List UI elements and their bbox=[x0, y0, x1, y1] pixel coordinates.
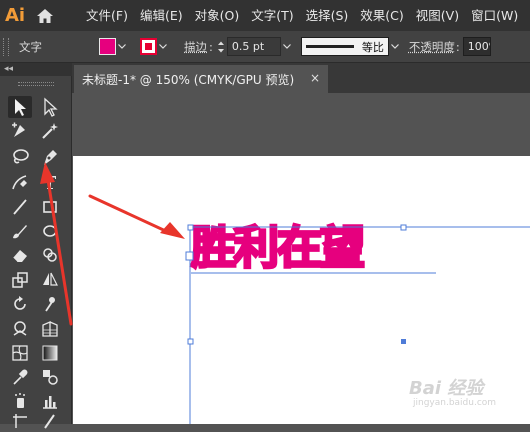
slice-tool-icon[interactable] bbox=[38, 410, 62, 432]
rotate-tool-icon[interactable] bbox=[8, 293, 32, 315]
mesh-tool-icon[interactable] bbox=[8, 342, 32, 364]
context-label: 文字 bbox=[19, 39, 42, 54]
fill-color-swatch[interactable] bbox=[99, 38, 116, 55]
main-menu: 文件(F) 编辑(E) 对象(O) 文字(T) 选择(S) 效果(C) 视图(V… bbox=[80, 0, 524, 31]
puppet-warp-tool-icon[interactable] bbox=[38, 293, 62, 315]
tools-panel bbox=[0, 76, 72, 429]
colon-separator: : bbox=[209, 39, 213, 54]
menu-view[interactable]: 视图(V) bbox=[410, 0, 465, 31]
column-graph-tool-icon[interactable] bbox=[38, 390, 62, 412]
profile-line-preview bbox=[305, 45, 354, 48]
line-segment-tool-icon[interactable] bbox=[8, 196, 32, 218]
menu-select[interactable]: 选择(S) bbox=[300, 0, 355, 31]
profile-chevron-icon[interactable] bbox=[389, 38, 401, 55]
shape-builder-tool-icon[interactable] bbox=[38, 244, 62, 266]
eyedropper-tool-icon[interactable] bbox=[8, 366, 32, 388]
document-tab-bar: 未标题-1* @ 150% (CMYK/GPU 预览) × bbox=[72, 63, 530, 93]
document-tab-title: 未标题-1* @ 150% (CMYK/GPU 预览) bbox=[82, 72, 295, 87]
app-logo: Ai bbox=[4, 5, 26, 26]
warp-tool-icon[interactable] bbox=[8, 318, 32, 340]
type-tool-icon[interactable] bbox=[38, 171, 62, 193]
reflect-tool-icon[interactable] bbox=[38, 269, 62, 291]
menu-object[interactable]: 对象(O) bbox=[189, 0, 246, 31]
watermark-url: jingyan.baidu.com bbox=[413, 398, 497, 408]
direct-selection-tool-icon[interactable] bbox=[38, 96, 62, 118]
home-icon[interactable] bbox=[30, 0, 60, 31]
opacity-field[interactable]: 100% bbox=[462, 37, 491, 56]
control-bar: 文字 描边 : 0.5 pt 等比 不透明度 : 100% bbox=[0, 31, 530, 63]
close-tab-icon[interactable]: × bbox=[310, 71, 320, 85]
pen-tool-icon[interactable] bbox=[38, 146, 62, 168]
fill-dropdown-chevron-icon[interactable] bbox=[116, 38, 128, 55]
opacity-label[interactable]: 不透明度 bbox=[409, 39, 455, 55]
stroke-label[interactable]: 描边 bbox=[184, 39, 207, 55]
anchor-point-tool-icon[interactable] bbox=[8, 171, 32, 193]
curvature-tool-icon[interactable] bbox=[8, 120, 32, 142]
stroke-weight-field[interactable]: 0.5 pt bbox=[226, 37, 281, 56]
artwork-text[interactable]: 胜利在望 bbox=[189, 224, 366, 272]
control-bar-grip[interactable] bbox=[3, 37, 9, 56]
lasso-tool-icon[interactable] bbox=[8, 146, 32, 168]
document-tab[interactable]: 未标题-1* @ 150% (CMYK/GPU 预览) × bbox=[74, 65, 328, 93]
gradient-tool-icon[interactable] bbox=[38, 342, 62, 364]
watermark: Bai 经验 jingyan.baidu.com bbox=[409, 374, 505, 414]
rectangle-tool-icon[interactable] bbox=[38, 196, 62, 218]
symbol-sprayer-tool-icon[interactable] bbox=[8, 390, 32, 412]
menu-effect[interactable]: 效果(C) bbox=[354, 0, 409, 31]
stroke-dropdown-chevron-icon[interactable] bbox=[157, 38, 169, 55]
variable-width-profile[interactable]: 等比 bbox=[300, 37, 389, 56]
scale-tool-icon[interactable] bbox=[8, 269, 32, 291]
paintbrush-tool-icon[interactable] bbox=[8, 220, 32, 242]
magic-wand-tool-icon[interactable] bbox=[38, 120, 62, 142]
menu-type[interactable]: 文字(T) bbox=[245, 0, 299, 31]
menu-file[interactable]: 文件(F) bbox=[80, 0, 134, 31]
eraser-tool-icon[interactable] bbox=[8, 244, 32, 266]
stroke-weight-stepper[interactable]: 0.5 pt bbox=[217, 37, 293, 56]
stroke-weight-chevron-icon[interactable] bbox=[281, 38, 293, 55]
menu-window[interactable]: 窗口(W) bbox=[465, 0, 524, 31]
opacity-colon: : bbox=[455, 39, 460, 54]
artboard-tool-icon[interactable] bbox=[8, 410, 32, 432]
profile-label: 等比 bbox=[361, 40, 384, 54]
toolbar-collapse-handle[interactable]: ◂◂ bbox=[0, 63, 72, 76]
stroke-color-swatch[interactable] bbox=[140, 38, 157, 55]
menu-edit[interactable]: 编辑(E) bbox=[134, 0, 189, 31]
watermark-logo: Bai 经验 bbox=[409, 378, 484, 399]
perspective-grid-tool-icon[interactable] bbox=[38, 318, 62, 340]
toolbar-grip[interactable] bbox=[18, 82, 54, 86]
stepper-arrows-icon[interactable] bbox=[217, 40, 225, 54]
selection-tool-icon[interactable] bbox=[8, 96, 32, 118]
menu-bar: Ai 文件(F) 编辑(E) 对象(O) 文字(T) 选择(S) 效果(C) 视… bbox=[0, 0, 530, 31]
blob-brush-tool-icon[interactable] bbox=[38, 220, 62, 242]
blend-tool-icon[interactable] bbox=[38, 366, 62, 388]
